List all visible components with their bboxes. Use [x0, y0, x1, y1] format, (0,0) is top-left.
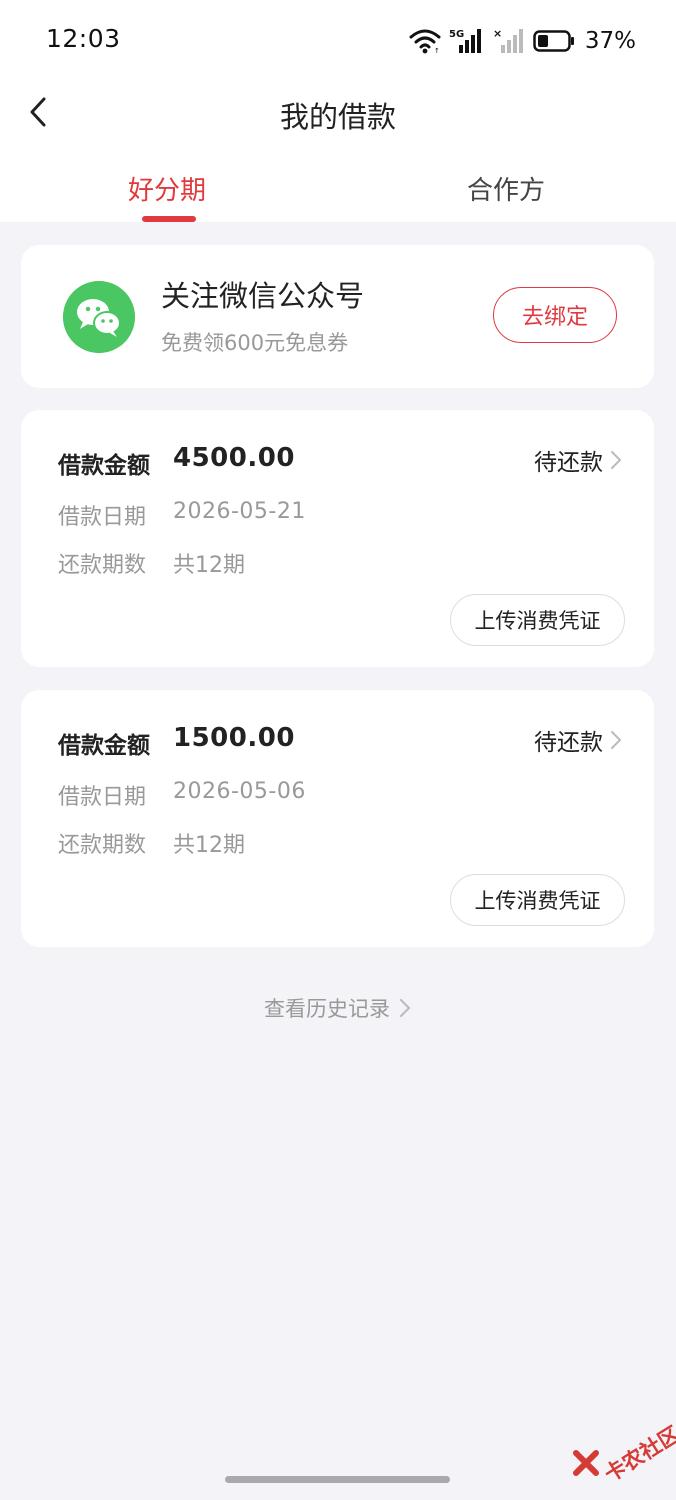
svg-text:↑↓: ↑↓ — [434, 47, 441, 54]
svg-text:5G: 5G — [449, 29, 464, 40]
chevron-right-icon — [400, 999, 411, 1017]
history-link-label: 查看历史记录 — [264, 997, 390, 1021]
loan-status-link[interactable]: 待还款 — [534, 723, 623, 757]
battery-icon — [533, 30, 574, 52]
history-link[interactable]: 查看历史记录 — [0, 993, 676, 1023]
loan-amount: 1500.00 — [173, 723, 295, 753]
status-time: 12:03 — [46, 24, 121, 53]
loan-amount: 4500.00 — [173, 443, 295, 473]
watermark: 卡农社区 — [568, 1405, 676, 1487]
tab-haofenqi[interactable]: 好分期 — [128, 170, 206, 207]
amount-label: 借款金额 — [58, 453, 150, 479]
chevron-right-icon — [611, 451, 622, 469]
chevron-right-icon — [611, 731, 622, 749]
loan-date: 2026-05-21 — [173, 499, 306, 524]
promo-title: 关注微信公众号 — [161, 279, 365, 313]
watermark-logo-icon — [573, 1450, 599, 1476]
loan-periods: 共12期 — [173, 833, 245, 858]
date-label: 借款日期 — [58, 785, 147, 810]
page-title: 我的借款 — [279, 100, 396, 134]
wechat-icon — [63, 281, 135, 353]
nav-bar: 我的借款 — [0, 80, 676, 144]
upload-receipt-button[interactable]: 上传消费凭证 — [450, 594, 625, 646]
active-tab-indicator — [142, 216, 196, 222]
amount-label: 借款金额 — [58, 733, 150, 759]
home-indicator[interactable] — [225, 1476, 450, 1483]
loan-card[interactable]: 借款金额 1500.00 待还款 借款日期 2026-05-06 还款期数 共1… — [21, 690, 654, 947]
loan-date: 2026-05-06 — [173, 779, 306, 804]
battery-percent: 37% — [584, 28, 636, 54]
wifi-icon: ↑↓ — [409, 29, 441, 54]
periods-label: 还款期数 — [58, 553, 147, 578]
date-label: 借款日期 — [58, 505, 147, 530]
upload-receipt-button[interactable]: 上传消费凭证 — [450, 874, 625, 926]
status-icons: ↑↓ 5G × 37% — [409, 26, 636, 56]
svg-text:×: × — [493, 27, 502, 40]
loan-status-link[interactable]: 待还款 — [534, 443, 623, 477]
loan-periods: 共12期 — [173, 553, 245, 578]
status-bar: 12:03 ↑↓ 5G × 37% — [0, 0, 676, 84]
bind-button[interactable]: 去绑定 — [493, 287, 617, 343]
promo-subtitle: 免费领600元免息券 — [161, 331, 349, 355]
wechat-promo-card: 关注微信公众号 免费领600元免息券 去绑定 — [21, 245, 654, 388]
loan-status: 待还款 — [534, 450, 603, 476]
watermark-text: 卡农社区 — [600, 1421, 676, 1487]
loan-card[interactable]: 借款金额 4500.00 待还款 借款日期 2026-05-21 还款期数 共1… — [21, 410, 654, 667]
signal-no-sim-icon: × — [493, 27, 523, 53]
signal-5g-icon: 5G — [449, 29, 481, 53]
periods-label: 还款期数 — [58, 833, 147, 858]
tab-partner[interactable]: 合作方 — [467, 170, 545, 207]
loan-status: 待还款 — [534, 730, 603, 756]
